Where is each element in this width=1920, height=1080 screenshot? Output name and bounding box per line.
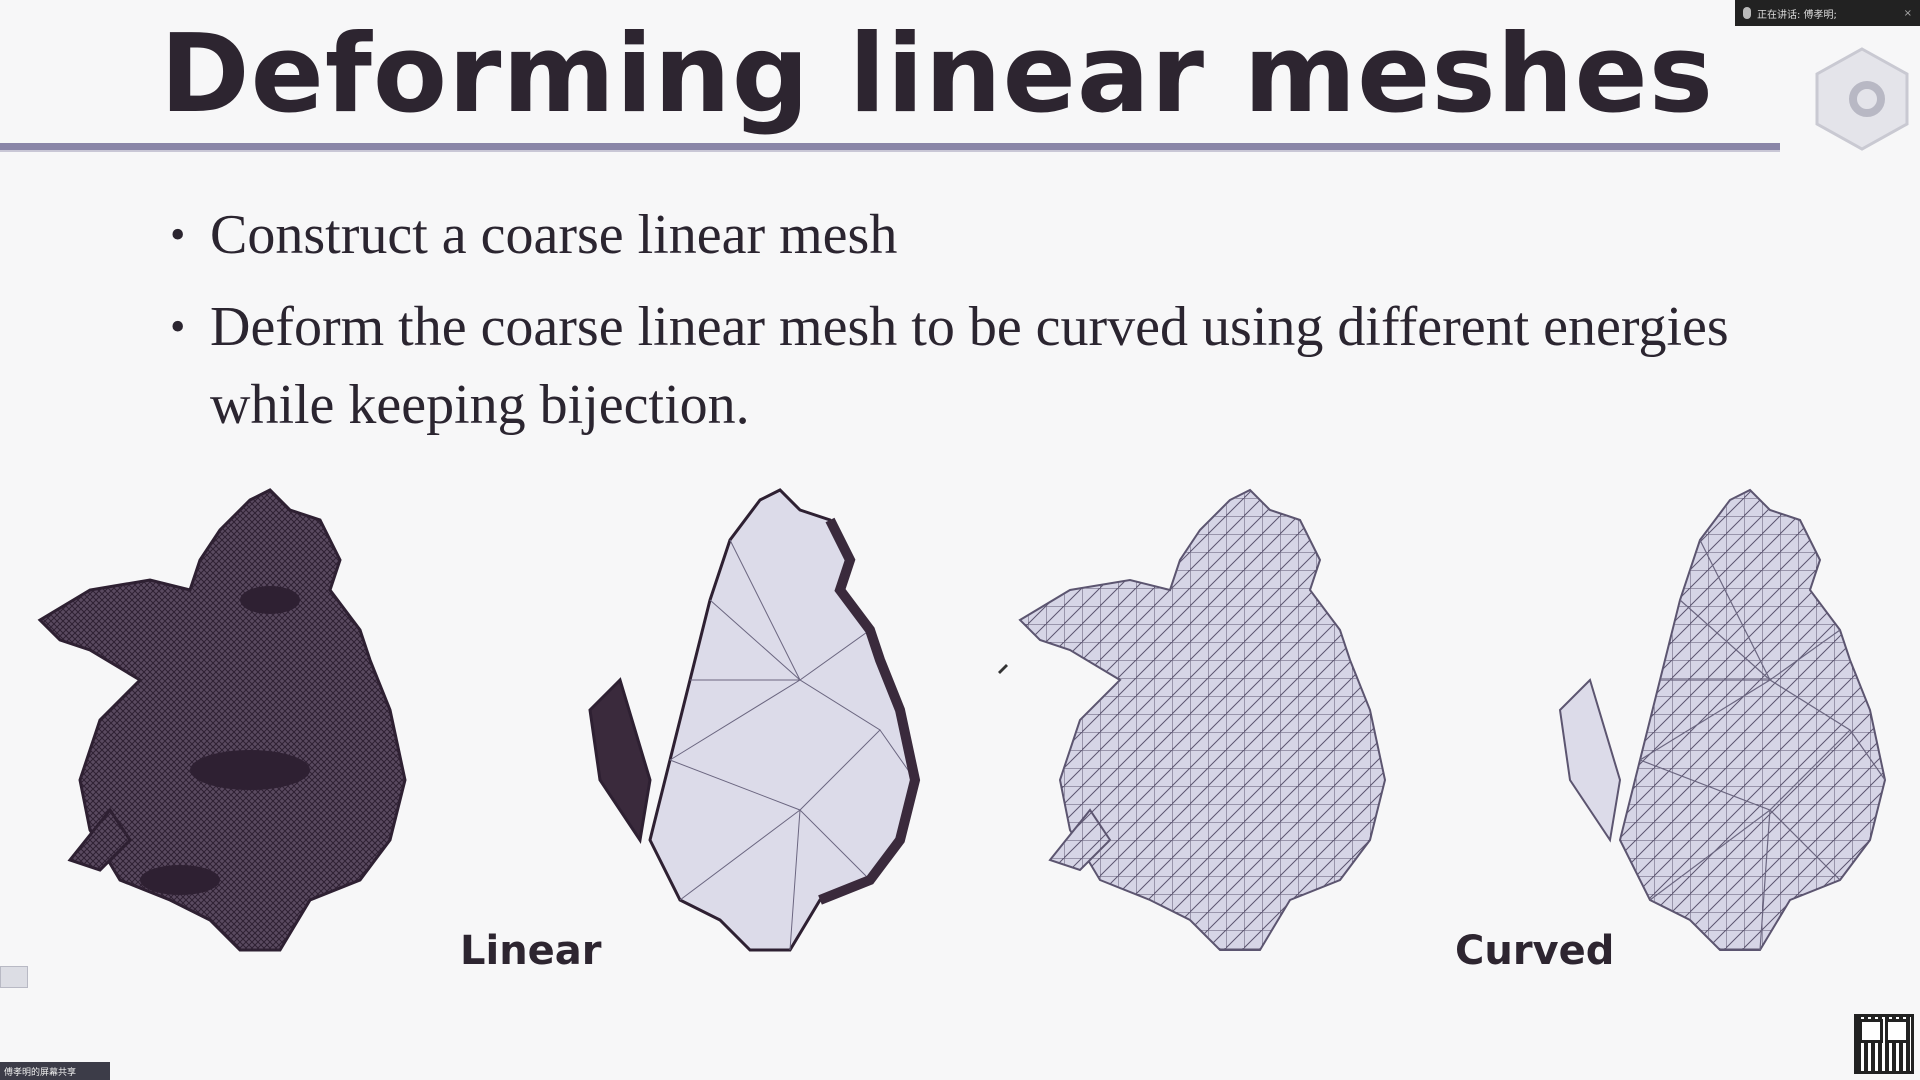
bullet-text: Construct a coarse linear mesh <box>210 204 898 266</box>
share-label: 傅孝明的屏幕共享 <box>4 1067 77 1078</box>
bullet-list: • Construct a coarse linear mesh • Defor… <box>170 196 1790 458</box>
caption-linear: Linear <box>460 928 602 974</box>
speaking-status-text: 正在讲话: 傅孝明; <box>1757 9 1837 21</box>
bullet-symbol: • <box>170 210 186 259</box>
dense-linear-mesh-figure <box>37 488 407 952</box>
caption-curved: Curved <box>1455 928 1615 974</box>
screen-share-bar[interactable]: 傅孝明的屏幕共享 <box>0 1062 110 1080</box>
bullet-symbol: • <box>170 302 186 351</box>
bullet-text: Deform the coarse linear mesh to be curv… <box>210 296 1729 436</box>
pen-cursor-icon <box>998 664 1008 674</box>
coarse-linear-mesh-figure <box>588 488 921 952</box>
curved-mesh-cutaway-figure <box>1558 488 1887 951</box>
bullet-item: • Deform the coarse linear mesh to be cu… <box>170 288 1790 444</box>
title-divider <box>0 143 1780 152</box>
qr-code-icon <box>1854 1014 1914 1074</box>
slide-title: Deforming linear meshes <box>160 12 1715 137</box>
speaking-status-bar: 正在讲话: 傅孝明; × <box>1735 0 1920 26</box>
close-icon[interactable]: × <box>1904 8 1912 19</box>
mic-icon <box>1743 7 1751 19</box>
bullet-item: • Construct a coarse linear mesh <box>170 196 1790 274</box>
logo-icon <box>1815 47 1909 151</box>
coarse-curved-mesh-figure <box>1018 488 1387 951</box>
side-panel-tab[interactable] <box>0 966 28 988</box>
